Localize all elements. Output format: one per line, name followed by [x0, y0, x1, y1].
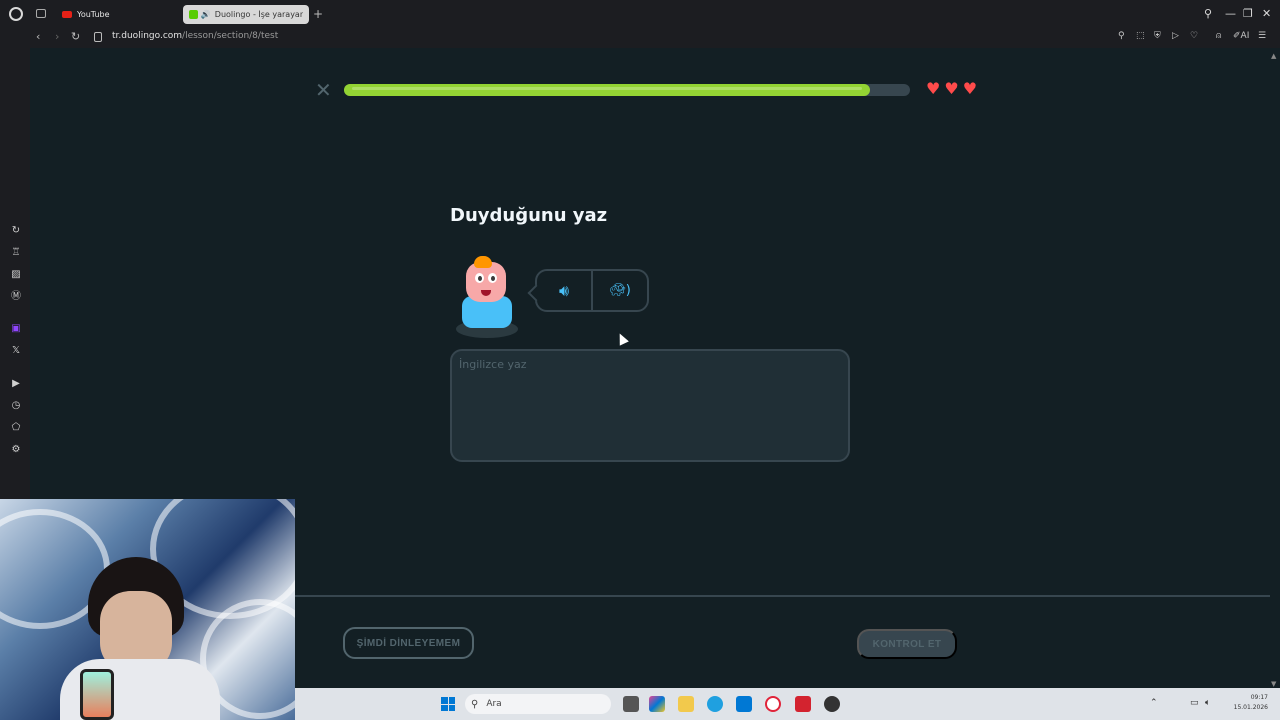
minimize-icon[interactable]: — [1225, 7, 1236, 20]
back-icon[interactable]: ‹ [36, 30, 40, 43]
volume-icon[interactable]: 🔈︎ [1205, 698, 1210, 708]
webcam-overlay [0, 499, 295, 720]
twitch-icon[interactable]: ▣ [10, 323, 22, 335]
browser-sidebar: ↻ ♖ ▨ Ⓜ ▣ 𝕏 ▶ ◷ ⬠ ⚙ [0, 48, 30, 500]
messenger-icon[interactable]: Ⓜ [10, 291, 22, 303]
tab-audio-icon[interactable]: 🔊 [201, 10, 211, 19]
heart-icon: ♥ [944, 79, 959, 98]
forward-icon[interactable]: › [55, 30, 59, 43]
check-button[interactable]: KONTROL ET [857, 629, 957, 659]
duolingo-icon [189, 10, 198, 19]
tab-duolingo[interactable]: 🔊 Duolingo - İşe yarayan [183, 5, 309, 24]
player-icon[interactable]: ▶ [10, 378, 22, 390]
tab-label: YouTube [77, 10, 110, 19]
tray-chevron-icon[interactable]: ⌃ [1150, 698, 1158, 708]
network-icon[interactable]: ▭ [1190, 698, 1199, 708]
task-view-icon[interactable] [623, 696, 639, 712]
audio-bubble: 🔊︎ 🐢︎) [535, 269, 649, 312]
lock-icon[interactable] [94, 32, 102, 42]
taskbar-search-label: Ara [486, 699, 502, 709]
clock[interactable]: 09:17 15.01.2026 [1234, 693, 1268, 713]
play-slow-audio-button[interactable]: 🐢︎) [593, 271, 647, 310]
menu-icon[interactable]: ☰ [1258, 31, 1266, 41]
tab-list-icon[interactable] [36, 9, 46, 18]
pinboard-icon[interactable]: ▨ [10, 269, 22, 281]
taskbar-search[interactable]: ⚲ Ara [465, 694, 611, 714]
challenge-title: Duyduğunu yaz [450, 205, 608, 226]
pin-icon[interactable]: ⚲ [1118, 31, 1125, 41]
shield-icon[interactable]: ⛨ [1154, 31, 1161, 41]
heart-outline-icon[interactable]: ♡ [1190, 31, 1198, 41]
youtube-icon [62, 11, 72, 18]
app-red-icon[interactable] [795, 696, 811, 712]
clock-time: 09:17 [1250, 694, 1268, 701]
snapshot-icon[interactable]: ⬚ [1136, 31, 1145, 41]
search-icon[interactable]: ⚲ [1204, 7, 1212, 20]
history-icon[interactable]: ◷ [10, 400, 22, 412]
tab-label: Duolingo - İşe yarayan [214, 10, 303, 19]
answer-input[interactable] [450, 349, 850, 462]
play-icon[interactable]: ▷ [1172, 31, 1179, 41]
file-explorer-icon[interactable] [678, 696, 694, 712]
x-twitter-icon[interactable]: 𝕏 [10, 345, 22, 357]
lesson-progress-bar [344, 84, 910, 96]
opera-taskbar-icon[interactable] [765, 696, 781, 712]
url-field[interactable]: tr.duolingo.com/lesson/section/8/test [112, 31, 278, 41]
close-window-icon[interactable]: ✕ [1262, 7, 1271, 20]
scroll-down-icon[interactable]: ▼ [1271, 680, 1276, 688]
close-icon[interactable]: ✕ [315, 80, 332, 100]
turtle-slow-icon: 🐢︎) [609, 283, 631, 298]
profile-icon[interactable]: ⍝ [1216, 31, 1221, 41]
cant-listen-now-button[interactable]: ŞİMDİ DİNLEYEMEM [343, 627, 474, 659]
opera-logo-icon[interactable] [9, 7, 23, 21]
speaker-icon: 🔊︎ [558, 280, 570, 300]
ai-chat-icon[interactable]: ↻ [10, 225, 22, 237]
play-audio-button[interactable]: 🔊︎ [537, 271, 593, 310]
settings-icon[interactable]: ⚙ [10, 444, 22, 456]
search-icon: ⚲ [471, 698, 479, 710]
scroll-up-icon[interactable]: ▲ [1271, 52, 1276, 60]
crypto-wallet-icon[interactable]: ♖ [10, 247, 22, 259]
aria-ai-icon[interactable]: ✐AI [1233, 31, 1249, 41]
mouse-cursor [615, 331, 629, 346]
windows-taskbar: ⚲ Ara ⌃ ▭ 🔈︎ 09:17 15.01.2026 [295, 688, 1280, 720]
heart-icon: ♥ [926, 79, 941, 98]
address-bar: ‹ › ↻ tr.duolingo.com/lesson/section/8/t… [0, 28, 1280, 48]
new-tab-button[interactable]: + [313, 7, 323, 21]
copilot-icon[interactable] [649, 696, 665, 712]
tab-youtube[interactable]: YouTube [56, 5, 176, 24]
clock-date: 15.01.2026 [1233, 704, 1268, 711]
reload-icon[interactable]: ↻ [71, 30, 80, 43]
lesson-progress-fill [344, 84, 871, 96]
windows-start-icon[interactable] [441, 697, 455, 711]
heart-icon: ♥ [962, 79, 978, 98]
hearts-counter: ♥ ♥ ♥ [926, 81, 977, 97]
speaking-character [456, 256, 520, 340]
edge-icon[interactable] [707, 696, 723, 712]
app-dark-icon[interactable] [824, 696, 840, 712]
store-icon[interactable] [736, 696, 752, 712]
browser-tab-bar: YouTube 🔊 Duolingo - İşe yarayan + ⚲ — ❐… [0, 0, 1280, 28]
footer-divider [295, 595, 1270, 597]
restore-icon[interactable]: ❐ [1243, 7, 1253, 20]
extensions-icon[interactable]: ⬠ [10, 422, 22, 434]
